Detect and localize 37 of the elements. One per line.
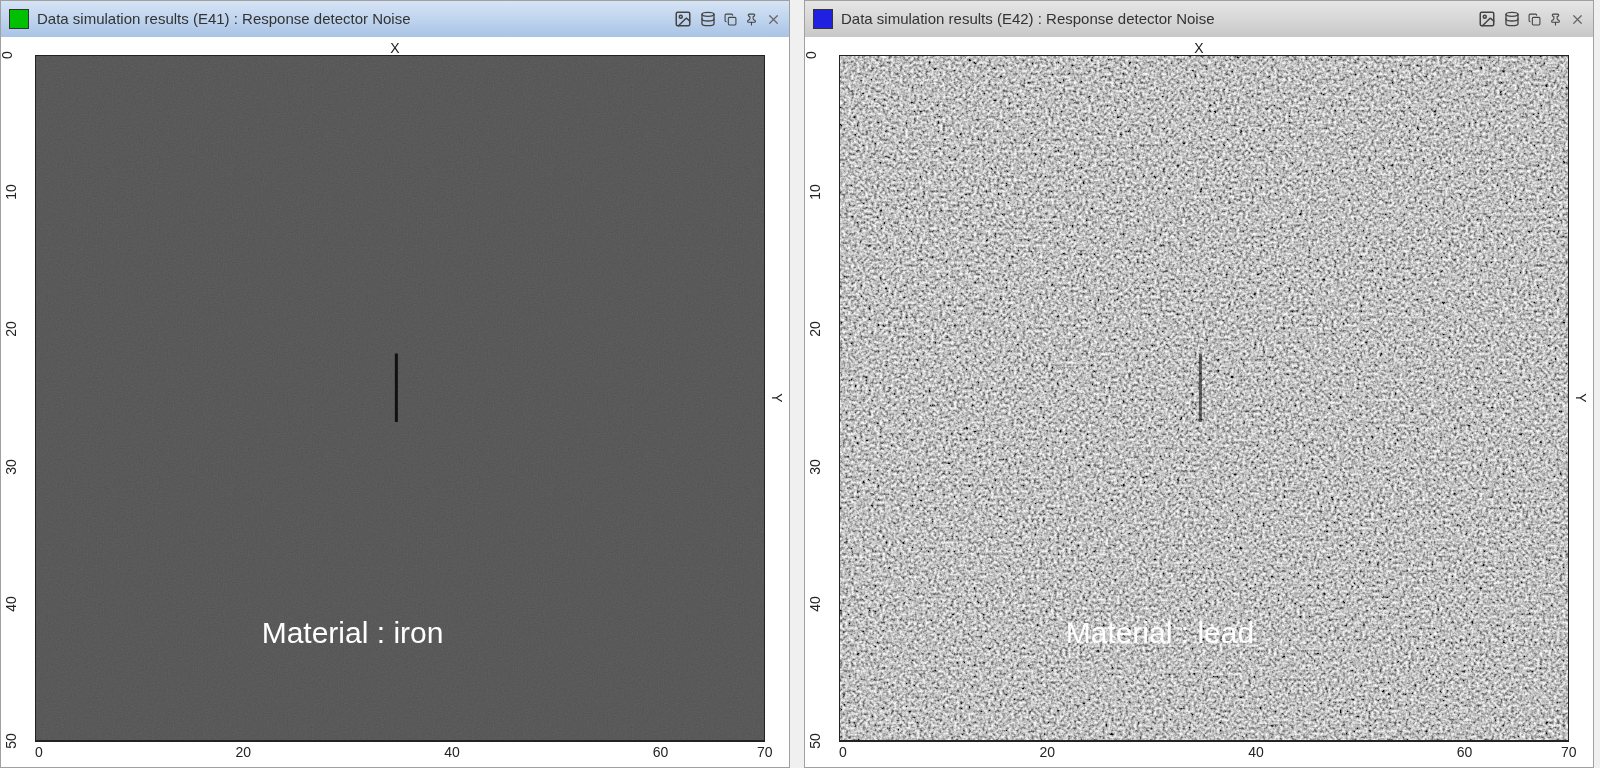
database-icon[interactable]	[1504, 11, 1520, 27]
tick-label: 20	[3, 321, 18, 338]
axis-label: Y	[770, 393, 784, 403]
tick-label: 20	[235, 745, 252, 759]
tick-label: 40	[1248, 745, 1264, 759]
image-icon[interactable]	[674, 10, 692, 28]
tick-label: 30	[3, 458, 18, 475]
tick-label: 60	[652, 745, 669, 759]
tick-label: 40	[3, 596, 18, 612]
tick-label: 40	[444, 745, 460, 759]
image-icon[interactable]	[1478, 10, 1496, 28]
tick-label: 10	[807, 184, 822, 200]
tick-label: 50	[807, 733, 822, 749]
material-caption: Material : iron	[261, 615, 444, 652]
tick-label: 10	[3, 184, 18, 200]
axis-label: X	[1194, 41, 1204, 55]
axis-label: X	[390, 41, 400, 55]
pin-icon[interactable]	[745, 12, 758, 26]
window-title: Data simulation results (E42) : Response detector Noise	[841, 8, 1215, 29]
window-title: Data simulation results (E41) : Response detector Noise	[37, 8, 411, 29]
restore-icon[interactable]	[724, 12, 737, 26]
tick-label: 70	[757, 745, 773, 759]
restore-icon[interactable]	[1528, 12, 1541, 26]
tick-label: 60	[1456, 745, 1473, 759]
tick-label: 20	[1039, 745, 1056, 759]
tick-label: 0	[0, 51, 14, 59]
tick-label: 40	[807, 596, 822, 612]
tick-label: 0	[35, 745, 43, 759]
tick-label: 0	[839, 745, 847, 759]
pin-icon[interactable]	[1549, 12, 1562, 26]
tick-label: 0	[803, 51, 818, 59]
tick-label: 30	[807, 458, 822, 475]
axis-label: Y	[1574, 393, 1588, 403]
tick-label: 20	[807, 321, 822, 338]
tick-label: 70	[1561, 745, 1577, 759]
tick-label: 50	[3, 733, 18, 749]
database-icon[interactable]	[700, 11, 716, 27]
